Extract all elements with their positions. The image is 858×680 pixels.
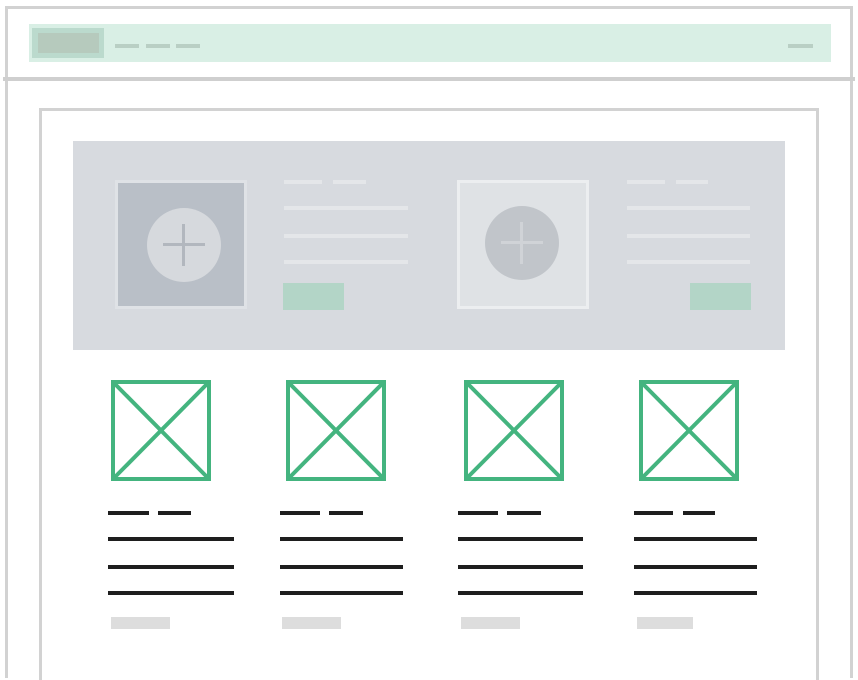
navbar: [29, 24, 831, 62]
image-placeholder-icon[interactable]: [464, 380, 564, 481]
hero-button[interactable]: [690, 283, 751, 310]
hero-text-line: [627, 260, 750, 264]
nav-link-1[interactable]: [115, 44, 139, 48]
card-text-line: [458, 565, 583, 569]
card-text-line: [634, 537, 757, 541]
hero-text-line: [284, 180, 322, 184]
card-title-line: [158, 511, 191, 515]
card-title-line: [108, 511, 149, 515]
card-text-line: [458, 591, 583, 595]
card-text-line: [280, 565, 403, 569]
hero-text-line: [284, 234, 408, 238]
card-text-line: [108, 565, 234, 569]
plus-vertical: [520, 222, 523, 264]
plus-vertical: [182, 224, 185, 266]
card-link[interactable]: [282, 617, 341, 629]
card-title-line: [280, 511, 320, 515]
add-image-icon: [147, 208, 221, 282]
card-title-line: [507, 511, 541, 515]
hero-text-line: [627, 180, 665, 184]
hero-image-placeholder[interactable]: [115, 180, 247, 309]
card-title-line: [458, 511, 498, 515]
add-image-icon: [485, 206, 559, 280]
hero-text-line: [284, 260, 408, 264]
card-title-line: [329, 511, 363, 515]
image-placeholder-icon[interactable]: [111, 380, 211, 481]
card-text-line: [458, 537, 583, 541]
card-link[interactable]: [111, 617, 170, 629]
hero-button[interactable]: [283, 283, 344, 310]
card-link[interactable]: [637, 617, 693, 629]
hero-text-line: [333, 180, 366, 184]
hero-image-placeholder[interactable]: [457, 180, 589, 309]
card-text-line: [634, 591, 757, 595]
hero-text-line: [627, 206, 750, 210]
card-text-line: [108, 537, 234, 541]
hero-text-line: [284, 206, 408, 210]
hero-text-line: [676, 180, 708, 184]
card-text-line: [280, 591, 403, 595]
card-link[interactable]: [461, 617, 520, 629]
card-text-line: [634, 565, 757, 569]
menu-link[interactable]: [788, 44, 813, 48]
card-title-line: [634, 511, 673, 515]
card-text-line: [108, 591, 234, 595]
hero-text-line: [627, 234, 750, 238]
card-title-line: [683, 511, 715, 515]
image-placeholder-icon[interactable]: [639, 380, 739, 481]
nav-link-3[interactable]: [176, 44, 200, 48]
header-divider: [3, 77, 855, 81]
card-text-line: [280, 537, 403, 541]
image-placeholder-icon[interactable]: [286, 380, 386, 481]
logo-placeholder-icon: [38, 33, 99, 53]
nav-link-2[interactable]: [146, 44, 170, 48]
